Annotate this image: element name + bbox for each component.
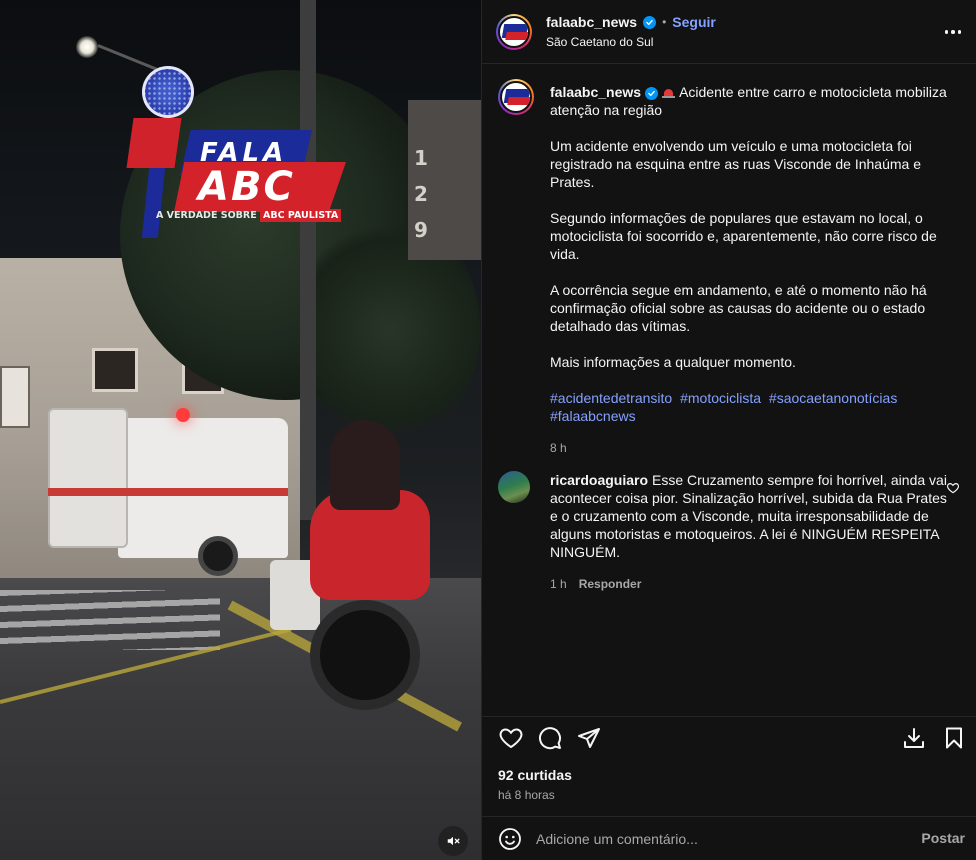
ambulance-rear-door xyxy=(48,408,128,548)
comment-meta: 1 h Responder xyxy=(550,575,950,593)
comment-time[interactable]: 1 h xyxy=(550,575,567,593)
author-username[interactable]: falaabc_news xyxy=(546,14,637,30)
download-icon xyxy=(904,728,924,748)
ambulance-light xyxy=(176,408,190,422)
reply-button[interactable]: Responder xyxy=(579,575,642,593)
emoji-icon[interactable] xyxy=(498,827,522,851)
author-avatar[interactable] xyxy=(496,13,532,50)
header-row: falaabc_news • Seguir xyxy=(546,14,716,30)
caption-paragraph: Segundo informações de populares que est… xyxy=(550,210,937,262)
street-lamp xyxy=(76,36,98,58)
more-dot xyxy=(944,30,949,34)
hashtag-link[interactable]: #saocaetanonotícias xyxy=(769,390,897,406)
ambulance xyxy=(48,408,288,576)
verified-badge-icon xyxy=(643,15,657,29)
motorcycle-wheel xyxy=(310,600,420,710)
save-button[interactable] xyxy=(941,725,967,751)
logo-abc-text: ABC xyxy=(198,164,295,210)
commenter-username[interactable]: ricardoaguiaro xyxy=(550,472,648,488)
wall-sign xyxy=(0,366,30,428)
post-video[interactable]: 129 FALA ABC A VERDADE SOBRE ABC PAULIST… xyxy=(0,0,481,860)
caption-time[interactable]: 8 h xyxy=(550,439,960,457)
comment-input[interactable] xyxy=(536,830,906,847)
post-header: falaabc_news • Seguir São Caetano do Sul xyxy=(482,0,976,64)
follow-button[interactable]: Seguir xyxy=(672,14,716,30)
ambulance-stripe xyxy=(48,488,288,496)
mute-button[interactable] xyxy=(438,826,468,856)
logo-tagline: A VERDADE SOBRE ABC PAULISTA xyxy=(156,209,342,222)
commenter-avatar[interactable] xyxy=(498,471,530,503)
hashtag-link[interactable]: #falaabcnews xyxy=(550,408,636,424)
comment-like-heart-icon[interactable] xyxy=(946,481,960,495)
comment-text-line: ricardoaguiaro Esse Cruzamento sempre foi… xyxy=(550,471,950,561)
post-location[interactable]: São Caetano do Sul xyxy=(546,35,716,49)
avatar-logo-red xyxy=(507,97,530,105)
caption-paragraph: A ocorrência segue em andamento, e até o… xyxy=(550,282,927,334)
separator-dot: • xyxy=(662,15,667,29)
caption-paragraph: Mais informações a qualquer momento. xyxy=(550,354,796,370)
add-comment-bar: Postar xyxy=(482,816,976,860)
send-paper-plane-icon xyxy=(578,728,600,748)
siren-emoji-icon xyxy=(662,87,676,98)
download-button[interactable] xyxy=(901,725,927,751)
hashtag-link[interactable]: #acidentedetransito xyxy=(550,390,672,406)
caption-username[interactable]: falaabc_news xyxy=(550,84,641,100)
more-dot xyxy=(957,30,962,34)
comment-body: ricardoaguiaro Esse Cruzamento sempre foi… xyxy=(550,471,950,593)
post-time[interactable]: há 8 horas xyxy=(498,788,555,802)
likes-count[interactable]: 92 curtidas xyxy=(498,767,572,783)
comment-bubble-icon xyxy=(539,727,561,750)
logo-mic-grip xyxy=(126,118,182,168)
avatar-logo-red xyxy=(505,31,528,40)
comment-button[interactable] xyxy=(537,725,563,751)
ambulance-wheel xyxy=(198,536,238,576)
more-options-icon[interactable] xyxy=(943,22,963,42)
fala-abc-logo: FALA ABC A VERDADE SOBRE ABC PAULISTA xyxy=(124,66,346,238)
crosswalk xyxy=(0,590,220,650)
caption-paragraph: Um acidente envolvendo um veículo e uma … xyxy=(550,138,921,190)
bookmark-icon xyxy=(946,727,962,749)
caption-hashtags: #acidentedetransito #motociclista #saoca… xyxy=(550,389,960,425)
header-text: falaabc_news • Seguir São Caetano do Sul xyxy=(546,14,716,49)
logo-mic-mesh xyxy=(142,66,194,118)
verified-badge-icon xyxy=(645,87,659,100)
motorcycle-rider xyxy=(330,420,400,510)
like-button[interactable] xyxy=(498,725,524,751)
hashtag-link[interactable]: #motociclista xyxy=(680,390,761,406)
heart-icon xyxy=(499,728,523,749)
share-button[interactable] xyxy=(576,725,602,751)
building-number: 129 xyxy=(414,146,428,242)
more-dot xyxy=(951,30,955,34)
logo-tagline-highlight: ABC PAULISTA xyxy=(260,209,342,222)
post-comment-button[interactable]: Postar xyxy=(921,830,965,846)
logo-tagline-prefix: A VERDADE SOBRE xyxy=(156,210,257,221)
post-sidebar: falaabc_news • Seguir São Caetano do Sul xyxy=(481,0,976,860)
post-comments-area[interactable]: falaabc_news Acidente entre carro e motoc… xyxy=(482,65,976,715)
avatar-image xyxy=(498,15,530,48)
caption-author-avatar[interactable] xyxy=(498,79,534,115)
caption-body: falaabc_news Acidente entre carro e motoc… xyxy=(550,83,960,457)
instagram-post-modal: 129 FALA ABC A VERDADE SOBRE ABC PAULIST… xyxy=(0,0,976,860)
caption-title-line: falaabc_news Acidente entre carro e motoc… xyxy=(550,83,960,119)
avatar-image xyxy=(500,81,532,113)
building-window xyxy=(92,348,138,392)
post-actions: 92 curtidas há 8 horas xyxy=(482,716,976,816)
speaker-muted-icon xyxy=(447,836,460,846)
motorcycle xyxy=(270,420,440,720)
